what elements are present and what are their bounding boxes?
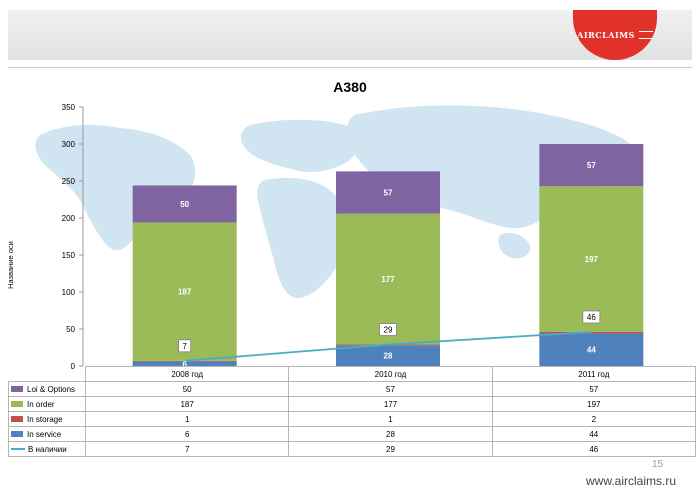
y-tick-label: 300 bbox=[62, 140, 76, 149]
table-cell: 57 bbox=[288, 381, 493, 397]
table-row: In order 187 177 197 bbox=[8, 396, 696, 412]
y-axis-title: Название оси bbox=[6, 241, 15, 289]
y-tick-label: 150 bbox=[62, 251, 76, 260]
legend-label: In order bbox=[27, 399, 55, 409]
data-table: 2008 год 2010 год 2011 год Loi & Options 50 5… bbox=[8, 366, 696, 457]
table-corner bbox=[8, 366, 86, 382]
legend-label: В наличии bbox=[28, 444, 67, 454]
legend-label: Loi & Options bbox=[27, 384, 76, 394]
table-cell: 6 bbox=[84, 426, 290, 442]
legend-key: Loi & Options bbox=[8, 381, 86, 397]
legend-key: In order bbox=[8, 396, 86, 412]
logo-text: AIRCLAIMS bbox=[577, 30, 635, 40]
page-number: 15 bbox=[652, 459, 664, 470]
legend-swatch bbox=[11, 431, 23, 438]
bar-value-label: 177 bbox=[381, 275, 395, 284]
legend-label: In service bbox=[27, 429, 62, 439]
table-row: In storage 1 1 2 bbox=[8, 411, 696, 427]
legend-key: В наличии bbox=[8, 441, 86, 457]
chart-title: A380 bbox=[333, 79, 367, 95]
legend-label: In storage bbox=[27, 414, 63, 424]
table-cell: 57 bbox=[491, 381, 696, 397]
legend-swatch bbox=[11, 386, 23, 393]
y-tick-label: 250 bbox=[62, 177, 76, 186]
table-cell: 44 bbox=[491, 426, 696, 442]
y-tick-label: 350 bbox=[62, 103, 76, 112]
table-cell: 28 bbox=[288, 426, 493, 442]
table-category-header: 2008 год bbox=[84, 366, 290, 382]
table-row: Loi & Options 50 57 57 bbox=[8, 381, 696, 397]
bar-value-label: 57 bbox=[384, 188, 393, 197]
legend-swatch bbox=[11, 416, 23, 423]
bar-value-label: 187 bbox=[178, 288, 192, 297]
table-cell: 29 bbox=[288, 441, 493, 457]
line-point-label: 29 bbox=[379, 323, 397, 336]
table-cell: 46 bbox=[491, 441, 696, 457]
table-row: В наличии 7 29 46 bbox=[8, 441, 696, 457]
bar-value-label: 197 bbox=[585, 255, 599, 264]
table-cell: 50 bbox=[84, 381, 290, 397]
legend-key: In storage bbox=[8, 411, 86, 427]
table-cell: 1 bbox=[288, 411, 493, 427]
y-tick-label: 100 bbox=[62, 288, 76, 297]
bar-value-label: 44 bbox=[587, 346, 596, 355]
website-url[interactable]: www.airclaims.ru bbox=[586, 474, 676, 488]
legend-key: In service bbox=[8, 426, 86, 442]
table-cell: 7 bbox=[84, 441, 290, 457]
table-category-header: 2010 год bbox=[288, 366, 493, 382]
line-point-label: 7 bbox=[178, 339, 192, 353]
y-tick-label: 200 bbox=[62, 214, 76, 223]
legend-swatch bbox=[11, 401, 23, 408]
plane-icon bbox=[638, 31, 653, 39]
table-cell: 197 bbox=[491, 396, 696, 412]
table-row: In service 6 28 44 bbox=[8, 426, 696, 442]
bar-value-label: 50 bbox=[180, 200, 189, 209]
line-value-label: 46 bbox=[587, 313, 596, 322]
table-header-row: 2008 год 2010 год 2011 год bbox=[8, 366, 696, 382]
table-cell: 1 bbox=[84, 411, 290, 427]
line-value-label: 29 bbox=[384, 326, 393, 335]
table-cell: 177 bbox=[288, 396, 493, 412]
bar-value-label: 28 bbox=[384, 352, 393, 361]
table-cell: 2 bbox=[491, 411, 696, 427]
line-point-label: 46 bbox=[582, 310, 601, 324]
line-value-label: 7 bbox=[182, 342, 187, 351]
y-tick-label: 50 bbox=[66, 325, 75, 334]
table-category-header: 2011 год bbox=[491, 366, 696, 382]
bar-value-label: 57 bbox=[587, 161, 596, 170]
table-cell: 187 bbox=[84, 396, 290, 412]
legend-swatch bbox=[11, 448, 25, 451]
header-divider bbox=[8, 67, 692, 68]
a380-chart: 050100150200250300350 618750281775744197… bbox=[6, 79, 644, 370]
